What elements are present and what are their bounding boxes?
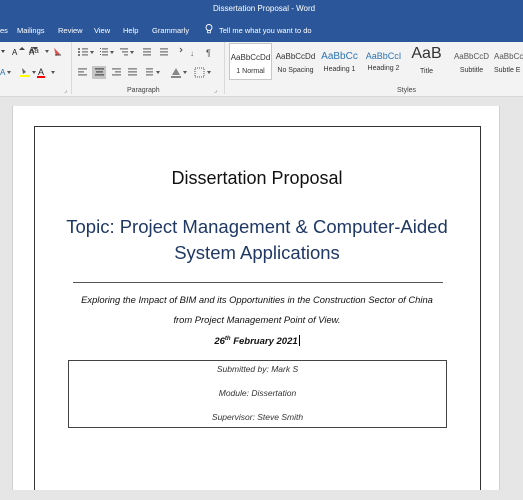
list-buttons[interactable]: ↓ ¶ xyxy=(76,46,216,60)
tab-review[interactable]: Review xyxy=(58,26,83,35)
style-preview: AaBbCcD xyxy=(453,52,490,61)
style-preview: AaBbCcI xyxy=(365,51,402,61)
submission-info-box[interactable]: Submitted by: Mark S Module: Dissertatio… xyxy=(68,360,447,428)
font-color-tools[interactable]: A A xyxy=(0,66,70,78)
topic-line: System Applications xyxy=(174,242,340,263)
tab-references[interactable]: es xyxy=(0,26,8,35)
tab-view[interactable]: View xyxy=(94,26,110,35)
style-label: No Spacing xyxy=(277,67,314,74)
paragraph-dialog-launcher-icon[interactable]: ⌟ xyxy=(214,87,217,94)
change-case-button[interactable]: Aa xyxy=(29,46,39,55)
style-label: Subtle E xyxy=(494,67,521,74)
ribbon: A A Aa A A ↓ ¶ Paragraph ⌟ ⌟ AaBbCcDd 1 … xyxy=(0,42,523,97)
horizontal-rule xyxy=(73,282,443,283)
style-preview: AaBbCcDd xyxy=(230,53,271,62)
svg-text:¶: ¶ xyxy=(206,48,211,58)
svg-text:A: A xyxy=(12,48,18,57)
style-label: Heading 2 xyxy=(367,65,400,72)
style-label: Subtitle xyxy=(459,67,484,74)
divider xyxy=(71,42,72,94)
style-title[interactable]: AaB Title xyxy=(405,43,448,80)
svg-text:A: A xyxy=(0,68,6,77)
style-no-spacing[interactable]: AaBbCcDd No Spacing xyxy=(273,43,318,80)
tell-me-search[interactable]: Tell me what you want to do xyxy=(219,26,312,35)
chevron-down-icon[interactable] xyxy=(44,47,64,57)
paragraph-group-label: Paragraph xyxy=(127,87,160,94)
topic-line: Topic: Project Management & Computer-Aid… xyxy=(66,216,448,237)
style-preview: AaBbCc xyxy=(321,51,358,62)
style-label: Heading 1 xyxy=(323,66,356,73)
tab-grammarly[interactable]: Grammarly xyxy=(152,26,189,35)
ribbon-tab-bar: es Mailings Review View Help Grammarly T… xyxy=(0,18,523,42)
lightbulb-icon xyxy=(205,24,213,34)
date-month-year: February 2021 xyxy=(230,336,298,347)
style-subtle-emphasis[interactable]: AaBbCcD Subtle E xyxy=(494,43,523,80)
subtitle-line: from Project Management Point of View. xyxy=(173,313,341,325)
date-day: 26 xyxy=(214,336,225,347)
title-bar: Dissertation Proposal - Word xyxy=(0,0,523,18)
style-label: 1 Normal xyxy=(236,68,265,75)
window-title: Dissertation Proposal - Word xyxy=(213,4,316,13)
style-subtitle[interactable]: AaBbCcD Subtitle xyxy=(450,43,493,80)
style-preview: AaBbCcDd xyxy=(275,52,316,61)
tab-help[interactable]: Help xyxy=(123,26,138,35)
font-dialog-launcher-icon[interactable]: ⌟ xyxy=(64,87,67,94)
module: Module: Dissertation xyxy=(218,388,297,398)
svg-text:↓: ↓ xyxy=(190,49,194,58)
alignment-buttons[interactable] xyxy=(76,66,221,80)
document-subtitle[interactable]: Exploring the Impact of BIM and its Oppo… xyxy=(63,290,451,329)
style-heading-2[interactable]: AaBbCcI Heading 2 xyxy=(362,43,405,80)
status-area xyxy=(0,490,523,500)
text-cursor xyxy=(298,335,300,346)
styles-group-label: Styles xyxy=(397,87,417,94)
style-label: Title xyxy=(420,68,433,75)
style-preview: AaBbCcD xyxy=(494,52,523,61)
subtitle-line: Exploring the Impact of BIM and its Oppo… xyxy=(81,294,433,305)
divider xyxy=(224,42,225,94)
document-page[interactable]: Dissertation Proposal Topic: Project Man… xyxy=(12,106,500,500)
style-heading-1[interactable]: AaBbCc Heading 1 xyxy=(318,43,361,80)
style-preview: AaB xyxy=(411,45,442,62)
supervisor: Supervisor: Steve Smith xyxy=(211,412,304,422)
style-normal[interactable]: AaBbCcDd 1 Normal xyxy=(229,43,272,80)
svg-text:A: A xyxy=(38,67,44,77)
document-date[interactable]: 26th February 2021 xyxy=(13,335,501,347)
document-topic[interactable]: Topic: Project Management & Computer-Aid… xyxy=(63,214,451,266)
submitted-by: Submitted by: Mark S xyxy=(216,364,299,374)
document-title[interactable]: Dissertation Proposal xyxy=(13,168,501,189)
tab-mailings[interactable]: Mailings xyxy=(17,26,45,35)
